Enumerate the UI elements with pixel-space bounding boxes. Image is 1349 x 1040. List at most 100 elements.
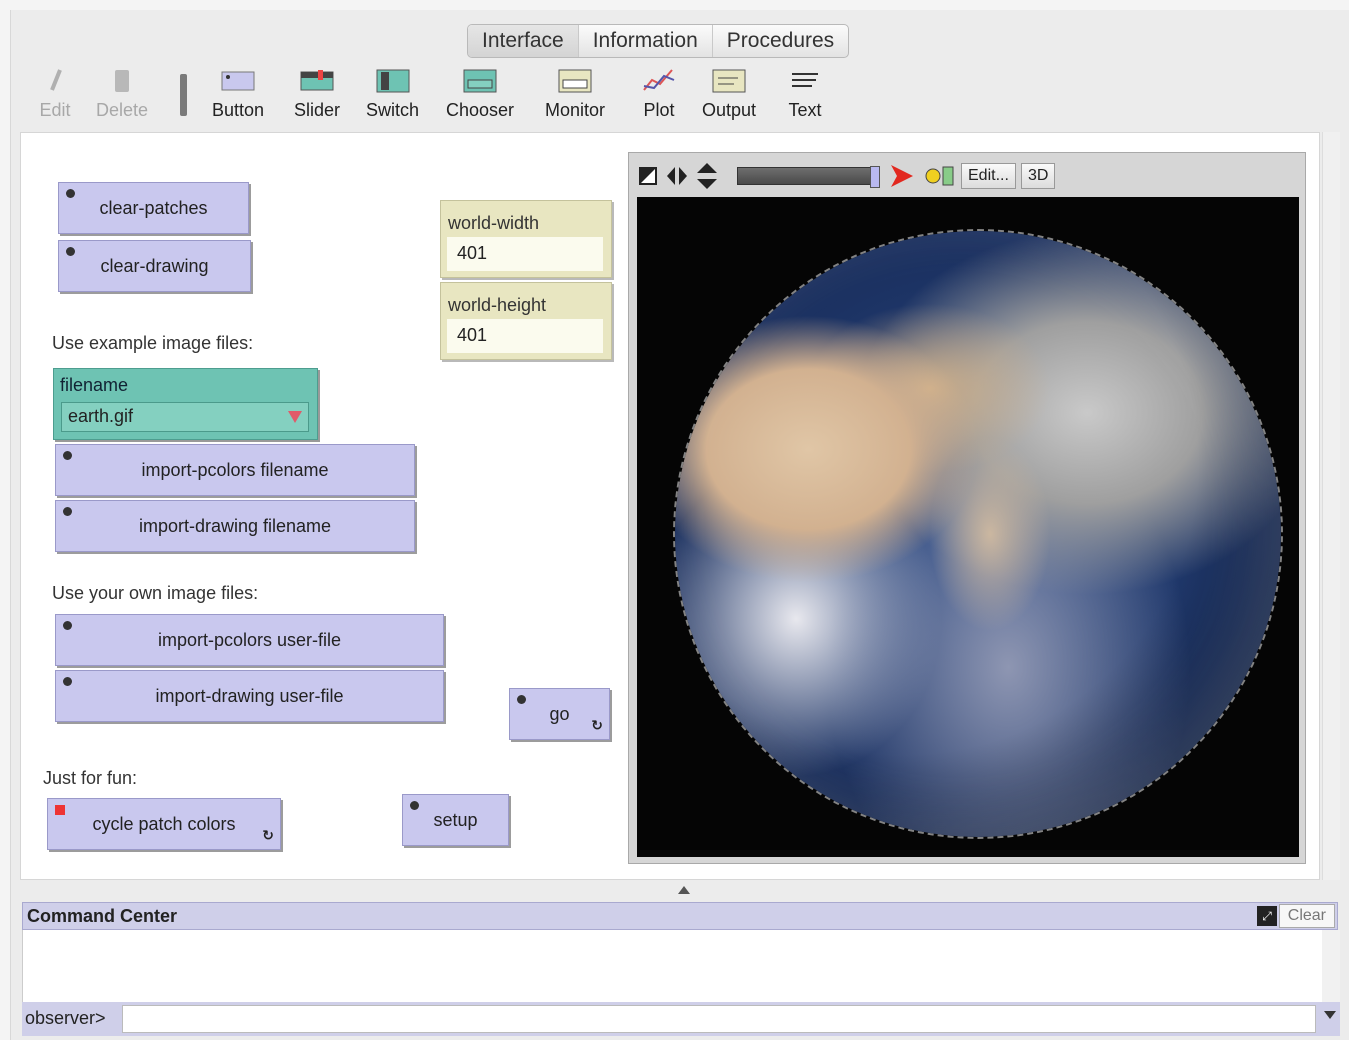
chooser-tool[interactable]: Chooser	[446, 66, 514, 121]
import-pcolors-user-file-button[interactable]: import-pcolors user-file	[55, 614, 444, 666]
world-width-label: world-width	[448, 213, 540, 233]
earth-image	[675, 231, 1281, 837]
slider-tool-label: Slider	[294, 100, 341, 120]
run-controls-icons	[891, 165, 954, 187]
tab-bar: Interface Information Procedures	[467, 24, 850, 58]
clear-drawing-label: clear-drawing	[100, 255, 209, 276]
monitor-widget-icon	[556, 66, 594, 94]
output-widget-icon	[710, 66, 748, 94]
command-center-splitter[interactable]	[20, 882, 1340, 900]
world-height-value: 401	[447, 319, 603, 353]
clear-button[interactable]: Clear	[1278, 904, 1335, 928]
agent-selector[interactable]: observer>	[25, 1008, 106, 1029]
switch-tool-label: Switch	[366, 100, 420, 120]
view-edit-button[interactable]: Edit...	[961, 163, 1016, 189]
own-files-note: Use your own image files:	[52, 583, 259, 603]
import-drawing-filename-label: import-drawing filename	[138, 515, 332, 536]
output-tool-label: Output	[702, 100, 757, 120]
slider-tool[interactable]: Slider	[294, 66, 340, 121]
chooser-value: earth.gif	[68, 406, 134, 426]
command-output-scrollbar[interactable]	[1322, 930, 1340, 1002]
chooser-widget-icon	[461, 66, 499, 94]
example-files-note: Use example image files:	[52, 333, 254, 353]
plot-widget-icon	[640, 66, 678, 94]
world-height-label: world-height	[448, 295, 547, 315]
view-toolbar: Edit... 3D	[629, 153, 1305, 195]
import-drawing-user-file-label: import-drawing user-file	[155, 685, 344, 706]
switch-tool[interactable]: Switch	[366, 66, 419, 121]
tab-information[interactable]: Information	[579, 25, 713, 57]
just-for-fun-note: Just for fun:	[43, 768, 138, 788]
button-indicator-icon	[63, 621, 72, 630]
pencil-icon	[36, 66, 74, 94]
command-center-output	[22, 930, 1322, 1002]
slider-widget-icon	[298, 66, 336, 94]
command-input[interactable]	[122, 1005, 1316, 1033]
import-pcolors-filename-label: import-pcolors filename	[141, 459, 329, 480]
button-indicator-icon	[410, 801, 419, 810]
plot-tool-label: Plot	[643, 100, 675, 120]
button-indicator-icon	[63, 507, 72, 516]
world-height-monitor: world-height 401	[440, 282, 612, 360]
speed-slider-knob[interactable]	[870, 166, 880, 188]
toolbar-separator	[180, 74, 187, 116]
command-input-row: observer>	[22, 1002, 1340, 1036]
chooser-tool-label: Chooser	[446, 100, 515, 120]
plot-tool[interactable]: Plot	[640, 66, 678, 121]
clear-drawing-button[interactable]: clear-drawing	[58, 240, 251, 292]
delete-tool[interactable]: Delete	[96, 66, 148, 121]
trash-icon	[103, 66, 141, 94]
text-tool[interactable]: Text	[786, 66, 824, 121]
import-drawing-user-file-button[interactable]: import-drawing user-file	[55, 670, 444, 722]
clear-patches-label: clear-patches	[99, 197, 208, 218]
history-dropdown-icon[interactable]	[1324, 1011, 1336, 1019]
forever-icon: ↻	[262, 827, 274, 843]
import-drawing-filename-button[interactable]: import-drawing filename	[55, 500, 415, 552]
tab-procedures[interactable]: Procedures	[713, 25, 848, 57]
monitor-tool-label: Monitor	[545, 100, 606, 120]
go-label: go	[549, 703, 570, 724]
switch-widget-icon	[374, 66, 412, 94]
world-width-value: 401	[447, 237, 603, 271]
view-resize-icons[interactable]	[637, 163, 733, 189]
monitor-tool[interactable]: Monitor	[545, 66, 605, 121]
setup-button[interactable]: setup	[402, 794, 509, 846]
interface-scrollbar[interactable]	[1322, 132, 1340, 880]
chooser-label: filename	[60, 375, 129, 395]
world-display[interactable]	[637, 197, 1299, 857]
import-pcolors-filename-button[interactable]: import-pcolors filename	[55, 444, 415, 496]
edit-tool[interactable]: Edit	[36, 66, 74, 121]
button-indicator-icon	[66, 189, 75, 198]
speed-slider[interactable]	[737, 166, 880, 188]
button-tool[interactable]: Button	[212, 66, 264, 121]
button-widget-icon	[219, 66, 257, 94]
button-tool-label: Button	[212, 100, 265, 120]
button-indicator-icon	[517, 695, 526, 704]
dropdown-arrow-icon	[288, 411, 302, 423]
setup-label: setup	[433, 809, 478, 830]
cycle-patch-colors-button[interactable]: cycle patch colors ↻	[47, 798, 281, 850]
chooser-value-dropdown[interactable]: earth.gif	[61, 402, 309, 432]
world-view: Edit... 3D	[628, 152, 1306, 864]
splitter-arrow-icon	[678, 886, 690, 894]
tab-interface[interactable]: Interface	[468, 25, 579, 57]
cycle-patch-colors-label: cycle patch colors	[92, 813, 236, 834]
output-tool[interactable]: Output	[702, 66, 756, 121]
go-button[interactable]: go ↻	[509, 688, 610, 740]
delete-tool-label: Delete	[96, 100, 149, 120]
forever-icon: ↻	[591, 717, 603, 733]
world-width-monitor: world-width 401	[440, 200, 612, 278]
button-indicator-icon	[63, 677, 72, 686]
button-indicator-icon	[63, 451, 72, 460]
button-indicator-icon	[66, 247, 75, 256]
expand-icon[interactable]: ⤢	[1257, 906, 1277, 926]
stopped-indicator-icon	[55, 805, 65, 815]
command-center-header: Command Center ⤢ Clear	[22, 902, 1338, 930]
clear-patches-button[interactable]: clear-patches	[58, 182, 249, 234]
interface-toolbar: Edit Delete Button Slider Switch Chooser	[20, 60, 1340, 130]
view-3d-button[interactable]: 3D	[1021, 163, 1056, 189]
text-widget-icon	[786, 66, 824, 94]
command-center-title: Command Center	[27, 906, 178, 926]
text-tool-label: Text	[788, 100, 822, 120]
filename-chooser[interactable]: filename earth.gif	[53, 368, 318, 440]
